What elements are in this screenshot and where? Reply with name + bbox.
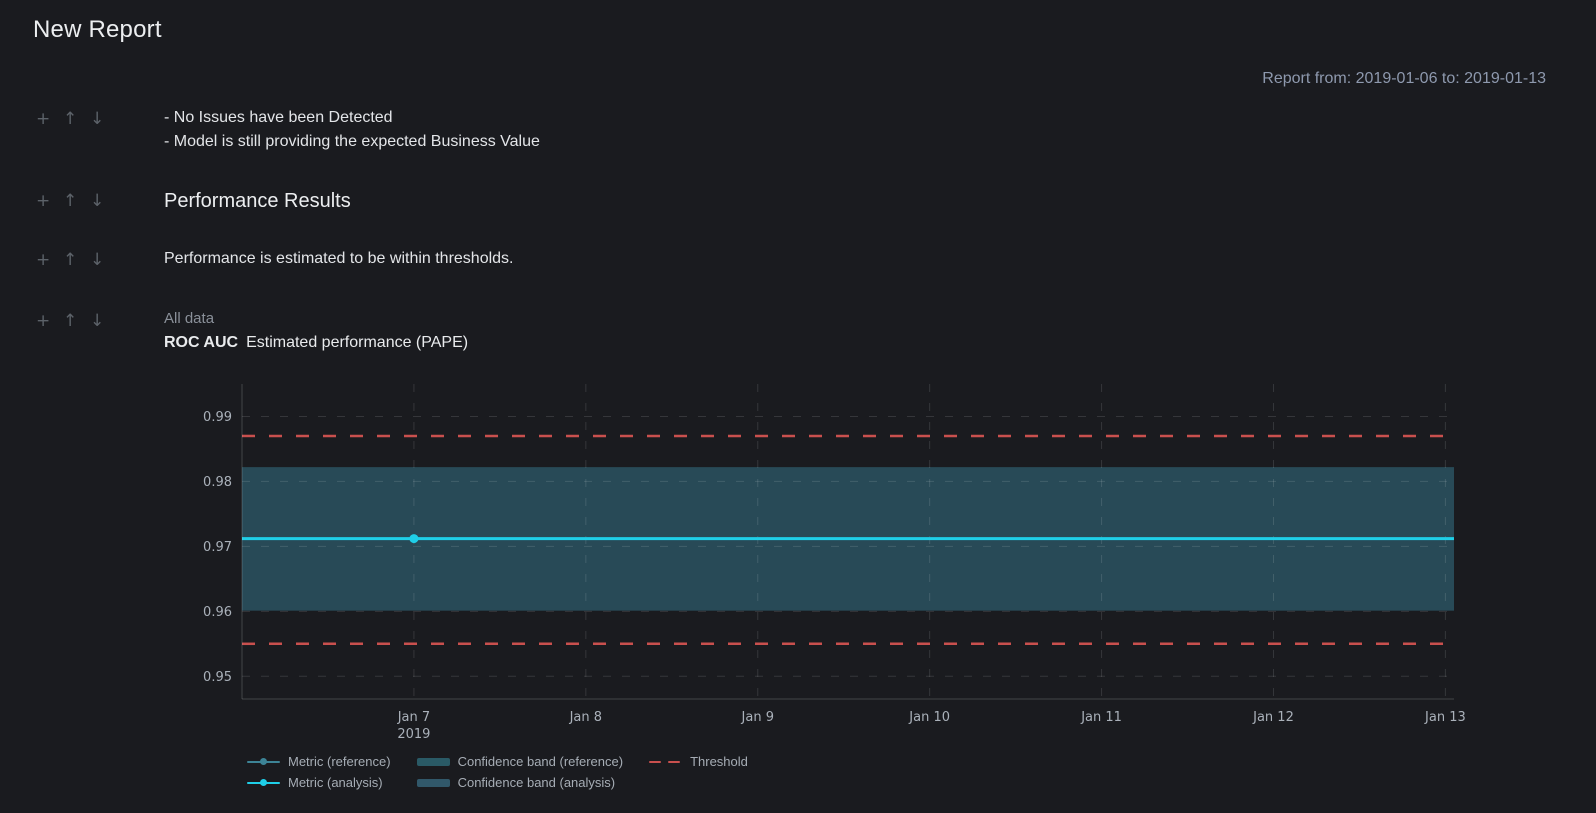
section-summary: + ↑ ↓ - No Issues have been Detected - M… bbox=[0, 106, 1596, 154]
legend-item-confidence-band-analysis[interactable]: Confidence band (analysis) bbox=[417, 775, 624, 790]
legend-item-metric-analysis[interactable]: Metric (analysis) bbox=[247, 775, 391, 790]
move-up-icon[interactable]: ↑ bbox=[63, 248, 77, 272]
page-title: New Report bbox=[0, 0, 1596, 44]
svg-text:0.95: 0.95 bbox=[203, 670, 232, 685]
summary-line-2: - Model is still providing the expected … bbox=[164, 130, 1596, 154]
move-up-icon[interactable]: ↑ bbox=[63, 309, 77, 333]
metric-analysis-line-icon bbox=[247, 778, 280, 788]
section-controls: + ↑ ↓ bbox=[0, 106, 164, 131]
confidence-band-reference-swatch-icon bbox=[417, 757, 450, 767]
add-section-icon[interactable]: + bbox=[36, 189, 50, 213]
svg-text:Jan 12: Jan 12 bbox=[1252, 710, 1294, 725]
section-performance-heading: + ↑ ↓ Performance Results bbox=[0, 188, 1596, 214]
move-down-icon[interactable]: ↓ bbox=[90, 309, 104, 333]
performance-status-text: Performance is estimated to be within th… bbox=[164, 247, 1596, 271]
chart-eyebrow: All data bbox=[164, 308, 1596, 330]
svg-text:0.96: 0.96 bbox=[203, 605, 232, 620]
chart-metric-name: ROC AUC bbox=[164, 334, 238, 351]
svg-text:0.98: 0.98 bbox=[203, 475, 232, 490]
performance-chart-plot-area[interactable]: 0.95 0.96 0.97 0.98 0.99 Jan 7 2019 Jan 8 Jan 9 J… bbox=[197, 369, 1557, 747]
add-section-icon[interactable]: + bbox=[36, 309, 50, 333]
legend-item-confidence-band-reference[interactable]: Confidence band (reference) bbox=[417, 754, 624, 769]
metric-reference-line-icon bbox=[247, 757, 280, 767]
report-date-range: Report from: 2019-01-06 to: 2019-01-13 bbox=[1262, 70, 1546, 88]
threshold-dashes-icon bbox=[649, 757, 682, 767]
chart-legend: Metric (reference) Confidence band (refe… bbox=[247, 754, 1596, 790]
svg-text:Jan 13: Jan 13 bbox=[1424, 710, 1466, 725]
svg-text:Jan 7: Jan 7 bbox=[397, 710, 430, 725]
move-down-icon[interactable]: ↓ bbox=[90, 248, 104, 272]
summary-line-1: - No Issues have been Detected bbox=[164, 106, 1596, 130]
add-section-icon[interactable]: + bbox=[36, 248, 50, 272]
svg-text:Jan 11: Jan 11 bbox=[1080, 710, 1122, 725]
move-down-icon[interactable]: ↓ bbox=[90, 107, 104, 131]
add-section-icon[interactable]: + bbox=[36, 107, 50, 131]
svg-text:0.97: 0.97 bbox=[203, 540, 232, 555]
performance-results-heading: Performance Results bbox=[164, 188, 1596, 214]
report-sections: + ↑ ↓ - No Issues have been Detected - M… bbox=[0, 106, 1596, 790]
section-chart: + ↑ ↓ All data ROC AUC Estimated performa… bbox=[0, 308, 1596, 790]
confidence-band-analysis-swatch-icon bbox=[417, 778, 450, 788]
move-up-icon[interactable]: ↑ bbox=[63, 107, 77, 131]
svg-text:0.99: 0.99 bbox=[203, 410, 232, 425]
legend-item-threshold[interactable]: Threshold bbox=[649, 754, 748, 769]
svg-text:2019: 2019 bbox=[397, 727, 430, 742]
section-performance-text: + ↑ ↓ Performance is estimated to be wit… bbox=[0, 247, 1596, 272]
chart-title: ROC AUC Estimated performance (PAPE) bbox=[164, 331, 1596, 355]
performance-chart: 0.95 0.96 0.97 0.98 0.99 Jan 7 2019 Jan 8 Jan 9 J… bbox=[197, 369, 1596, 752]
section-controls: + ↑ ↓ bbox=[0, 188, 164, 213]
report-page: New Report Report from: 2019-01-06 to: 2… bbox=[0, 0, 1596, 813]
svg-text:Jan 8: Jan 8 bbox=[569, 710, 602, 725]
svg-text:Jan 10: Jan 10 bbox=[908, 710, 950, 725]
chart-subtitle: Estimated performance (PAPE) bbox=[246, 334, 468, 351]
move-down-icon[interactable]: ↓ bbox=[90, 189, 104, 213]
svg-text:Jan 9: Jan 9 bbox=[741, 710, 774, 725]
legend-item-metric-reference[interactable]: Metric (reference) bbox=[247, 754, 391, 769]
move-up-icon[interactable]: ↑ bbox=[63, 189, 77, 213]
section-controls: + ↑ ↓ bbox=[0, 308, 164, 333]
section-controls: + ↑ ↓ bbox=[0, 247, 164, 272]
